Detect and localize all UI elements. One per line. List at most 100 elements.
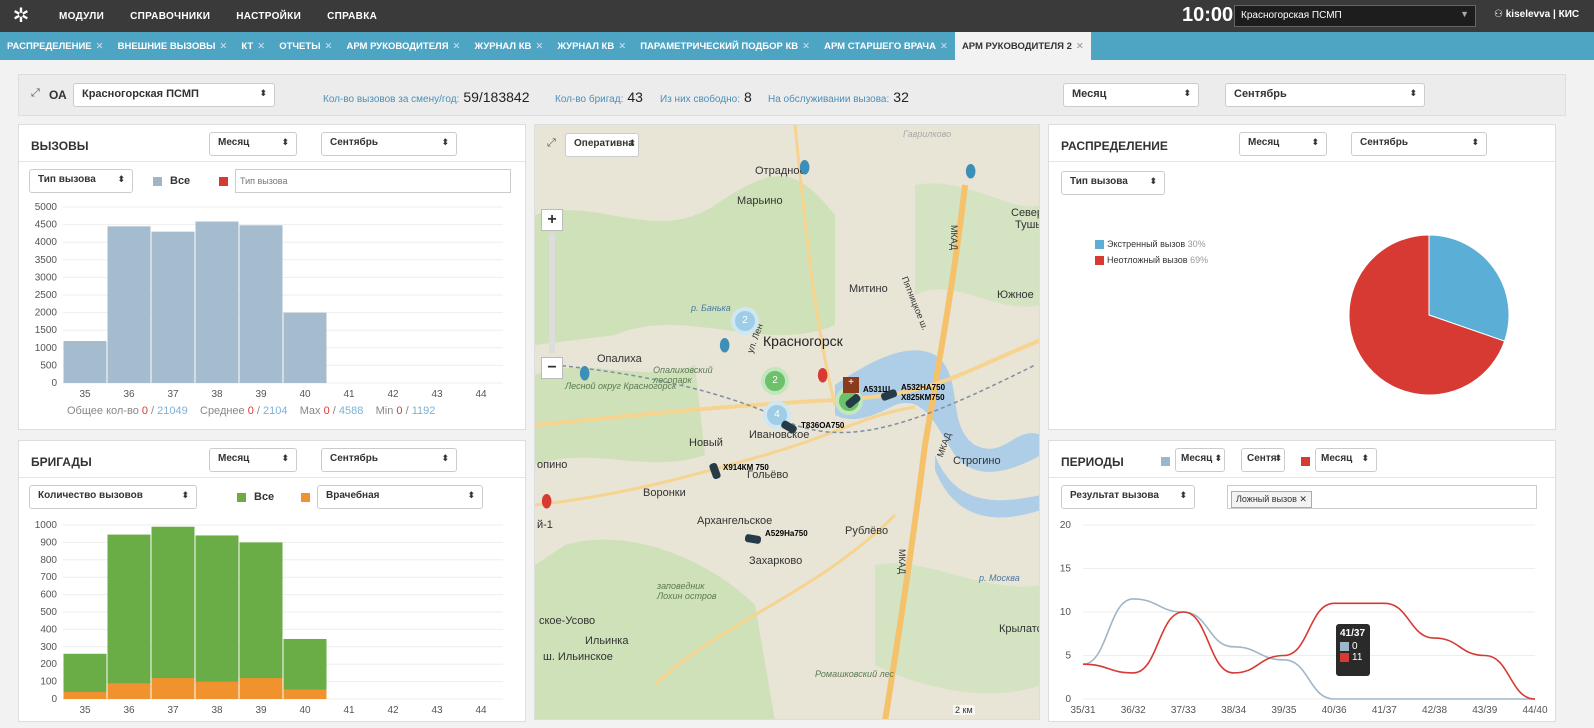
calls-month-select[interactable]: Сентябрь ⬍ (321, 132, 457, 156)
map-pin-icon[interactable]: ⬮ (799, 157, 810, 178)
pie-legend-name: Экстренный вызов (1107, 239, 1186, 249)
distribution-type-select[interactable]: Тип вызова ⬍ (1061, 171, 1165, 195)
map-pin-icon[interactable]: ⬮ (817, 365, 828, 386)
map-mode-select[interactable]: Оперативна ⬍ (565, 133, 639, 157)
car-label[interactable]: А532НА750 (901, 383, 945, 392)
remove-tag-icon[interactable]: ✕ (1299, 494, 1307, 504)
calls-summary: Общее кол-во 0 / 21049 Среднее 0 / 2104 … (67, 405, 436, 417)
bar (107, 226, 151, 383)
zoom-in-button[interactable]: + (541, 209, 563, 231)
caret-updown-icon: ⬍ (1149, 176, 1157, 186)
map-label-sever: Север (1011, 207, 1040, 219)
calls-stat-value: 59/183842 (463, 89, 530, 105)
x-tick-label: 38/34 (1221, 705, 1246, 716)
tooltip-v2: 11 (1352, 652, 1363, 663)
x-tick-label: 38 (211, 705, 223, 716)
org-select[interactable]: Красногорская ПСМП ▼ (1234, 5, 1476, 27)
tab[interactable]: АРМ СТАРШЕГО ВРАЧА ✕ (817, 32, 955, 60)
car-label[interactable]: А529На750 (765, 529, 808, 538)
brigades-month-select[interactable]: Сентябрь ⬍ (321, 448, 457, 472)
map-pin-icon[interactable]: ⬮ (579, 363, 590, 384)
tab[interactable]: ВНЕШНИЕ ВЫЗОВЫ ✕ (111, 32, 235, 60)
distribution-month-select[interactable]: Сентябрь ⬍ (1351, 132, 1487, 156)
close-icon[interactable]: ✕ (219, 41, 227, 52)
brigades-month-value: Сентябрь (330, 453, 378, 464)
calls-period-select[interactable]: Месяц ⬍ (209, 132, 297, 156)
close-icon[interactable]: ✕ (940, 41, 948, 52)
map-cluster[interactable]: 2 (761, 367, 789, 395)
top-menu-item[interactable]: СПРАВКА (314, 11, 390, 22)
calls-type-filter-input[interactable] (235, 169, 511, 193)
car-label[interactable]: Т836ОА750 (801, 421, 844, 430)
top-menu-item[interactable]: СПРАВОЧНИКИ (117, 11, 223, 22)
zoom-out-button[interactable]: − (541, 357, 563, 379)
zoom-slider[interactable] (549, 233, 555, 353)
car-label[interactable]: Х825КМ750 (901, 393, 945, 402)
car-label[interactable]: Х914КМ 750 (723, 463, 769, 472)
caret-updown-icon: ⬍ (628, 138, 636, 148)
max-b: 4588 (338, 405, 364, 417)
expand-icon[interactable]: ⤢ (547, 137, 556, 150)
map-view[interactable]: Оперативна ⬍ ⤢ + − Отрадное Марьино Север… (534, 124, 1040, 720)
x-tick-label: 36 (123, 705, 135, 716)
map-label-ilyinka: Ильинка (585, 635, 629, 647)
tab[interactable]: ОТЧЕТЫ ✕ (272, 32, 339, 60)
map-cluster[interactable]: 2 (731, 307, 759, 335)
periods-select-2[interactable]: Сентя ⬍ (1241, 448, 1285, 472)
brigades-doc-select[interactable]: Врачебная ⬍ (317, 485, 483, 509)
free-stat: Из них свободно: 8 (660, 89, 752, 105)
brigades-stat-value: 43 (627, 89, 643, 105)
tab[interactable]: ЖУРНАЛ КВ ✕ (468, 32, 551, 60)
tab[interactable]: АРМ РУКОВОДИТЕЛЯ ✕ (339, 32, 467, 60)
x-tick-label: 43 (431, 705, 443, 716)
tab[interactable]: ЖУРНАЛ КВ ✕ (550, 32, 633, 60)
tab[interactable]: АРМ РУКОВОДИТЕЛЯ 2 ✕ (954, 32, 1091, 60)
legend-swatch (1095, 240, 1104, 250)
periods-tag-input[interactable]: Ложный вызов ✕ (1227, 485, 1537, 509)
y-tick-label: 5 (1065, 651, 1071, 662)
tab[interactable]: КТ ✕ (234, 32, 272, 60)
close-icon[interactable]: ✕ (96, 41, 104, 52)
map-pin-icon[interactable]: ⬮ (541, 491, 552, 512)
oa-period-value: Месяц (1072, 88, 1107, 100)
x-tick-label: 41 (343, 389, 355, 400)
x-tick-label: 42/38 (1422, 705, 1447, 716)
calls-title: ВЫЗОВЫ (31, 139, 89, 153)
close-icon[interactable]: ✕ (1076, 41, 1084, 52)
close-icon[interactable]: ✕ (325, 41, 333, 52)
close-icon[interactable]: ✕ (618, 41, 626, 52)
hospital-icon[interactable]: + (843, 377, 859, 393)
periods-select-3[interactable]: Месяц ⬍ (1315, 448, 1377, 472)
oa-org-select[interactable]: Красногорская ПСМП ⬍ (73, 83, 275, 107)
star-of-life-logo-icon[interactable]: ✲ (10, 5, 32, 27)
close-icon[interactable]: ✕ (257, 41, 265, 52)
x-tick-label: 37/33 (1171, 705, 1196, 716)
distribution-type-value: Тип вызова (1070, 176, 1128, 187)
map-label-rublevo: Рублёво (845, 525, 889, 537)
periods-type-select[interactable]: Результат вызова ⬍ (1061, 485, 1195, 509)
brigades-type-select[interactable]: Количество вызовов ⬍ (29, 485, 197, 509)
map-pin-icon[interactable]: ⬮ (965, 161, 976, 182)
expand-icon[interactable]: ⤢ (31, 87, 40, 100)
x-tick-label: 42 (387, 705, 399, 716)
close-icon[interactable]: ✕ (453, 41, 461, 52)
calls-type-select[interactable]: Тип вызова ⬍ (29, 169, 133, 193)
oa-month-select[interactable]: Сентябрь ⬍ (1225, 83, 1425, 107)
oa-period-select[interactable]: Месяц ⬍ (1063, 83, 1199, 107)
map-label-otradnoe: Отрадное (755, 165, 806, 177)
close-icon[interactable]: ✕ (535, 41, 543, 52)
periods-select-1[interactable]: Месяц ⬍ (1175, 448, 1225, 472)
top-menu-item[interactable]: МОДУЛИ (46, 11, 117, 22)
map-pin-icon[interactable]: ⬮ (719, 335, 730, 356)
y-tick-label: 1000 (35, 343, 58, 354)
brigades-legend-all-label: Все (254, 491, 275, 503)
tab[interactable]: РАСПРЕДЕЛЕНИЕ ✕ (0, 32, 111, 60)
top-menu-item[interactable]: НАСТРОЙКИ (223, 11, 314, 22)
caret-updown-icon: ⬍ (281, 453, 289, 463)
distribution-period-select[interactable]: Месяц ⬍ (1239, 132, 1327, 156)
brigades-period-select[interactable]: Месяц ⬍ (209, 448, 297, 472)
tab-label: АРМ СТАРШЕГО ВРАЧА (824, 40, 936, 52)
user-menu[interactable]: ⚇ kiselevva | КИС (1494, 9, 1579, 20)
close-icon[interactable]: ✕ (802, 41, 810, 52)
tab[interactable]: ПАРАМЕТРИЧЕСКИЙ ПОДБОР КВ ✕ (633, 32, 817, 60)
